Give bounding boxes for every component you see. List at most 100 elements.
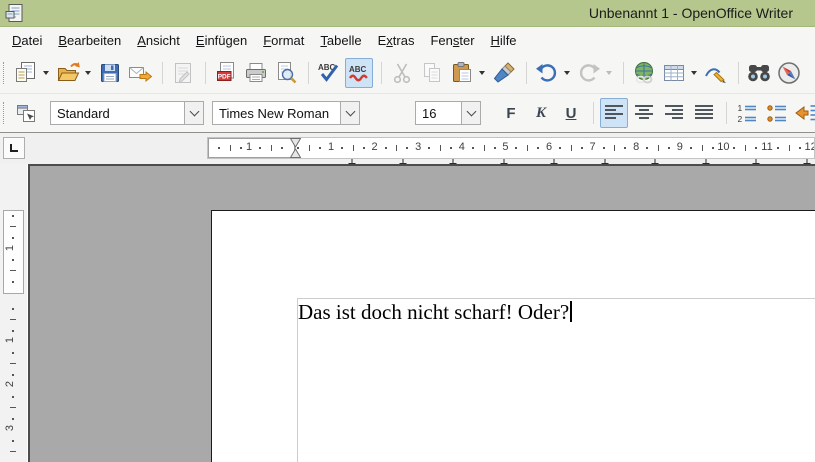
edit-file-icon [175, 63, 191, 83]
ruler-number: 2 [371, 141, 378, 153]
ruler-number: 8 [633, 141, 640, 153]
paragraph-style-combobox[interactable]: Standard [50, 101, 204, 125]
spellcheck-icon: ABC [318, 63, 339, 82]
font-name-combobox[interactable]: Times New Roman [212, 101, 360, 125]
draw-functions-button[interactable] [702, 58, 730, 88]
document-text-line[interactable]: Das ist doch nicht scharf! Oder? [298, 300, 572, 325]
justify-icon [695, 105, 713, 119]
align-center-icon [635, 105, 653, 119]
undo-dropdown[interactable] [564, 71, 570, 75]
font-size-value[interactable]: 16 [416, 106, 461, 121]
align-right-button[interactable] [660, 98, 688, 128]
vertical-ruler[interactable]: 1 1 2 3 [0, 164, 27, 462]
decrease-indent-icon [795, 105, 815, 121]
export-pdf-button[interactable]: PDF [212, 58, 240, 88]
vruler-number: 2 [4, 380, 17, 388]
save-button[interactable] [96, 58, 124, 88]
table-button[interactable] [660, 58, 688, 88]
text-boundary-top [297, 298, 815, 299]
font-name-dropdown[interactable] [340, 102, 359, 124]
spellcheck-button[interactable]: ABC [315, 58, 343, 88]
open-dropdown[interactable] [85, 71, 91, 75]
cut-button[interactable] [388, 58, 416, 88]
toolbar-grip[interactable] [3, 62, 8, 84]
table-dropdown[interactable] [691, 71, 697, 75]
redo-dropdown[interactable] [606, 71, 612, 75]
format-paintbrush-button[interactable] [490, 58, 518, 88]
print-icon [246, 63, 266, 82]
italic-button[interactable]: K [527, 98, 555, 128]
ruler-number: 6 [545, 141, 553, 153]
ruler-number: 1 [327, 141, 335, 153]
undo-icon [536, 64, 557, 82]
menu-datei[interactable]: Datei [4, 29, 50, 52]
menu-extras[interactable]: Extras [370, 29, 423, 52]
chevron-down-icon [345, 106, 355, 116]
underline-button[interactable]: U [557, 98, 585, 128]
font-size-dropdown[interactable] [461, 102, 480, 124]
navigator-icon [778, 62, 800, 84]
toolbar-separator [205, 62, 206, 84]
document-view[interactable]: Das ist doch nicht scharf! Oder? [28, 164, 815, 462]
font-size-combobox[interactable]: 16 [415, 101, 481, 125]
indent-marker[interactable] [290, 138, 301, 158]
document-page[interactable]: Das ist doch nicht scharf! Oder? [211, 210, 815, 462]
font-name-value[interactable]: Times New Roman [213, 106, 340, 121]
underline-label: U [565, 104, 577, 122]
title-bar[interactable]: Unbenannt 1 - OpenOffice Writer [0, 0, 815, 27]
menu-tabelle[interactable]: Tabelle [312, 29, 369, 52]
hyperlink-button[interactable] [630, 58, 658, 88]
print-button[interactable] [242, 58, 270, 88]
redo-button[interactable] [575, 58, 603, 88]
new-document-dropdown[interactable] [43, 71, 49, 75]
copy-button[interactable] [418, 58, 446, 88]
hyperlink-icon [635, 62, 653, 84]
vruler-number: 3 [4, 424, 17, 432]
left-tab-icon [10, 144, 18, 152]
bold-button[interactable]: F [497, 98, 525, 128]
tab-type-selector-button[interactable] [3, 137, 25, 159]
page-preview-icon [278, 62, 297, 84]
align-left-button[interactable] [600, 98, 628, 128]
svg-text:ABC: ABC [349, 65, 367, 74]
page-preview-button[interactable] [272, 58, 300, 88]
bullet-list-button[interactable] [763, 98, 791, 128]
email-button[interactable] [126, 58, 154, 88]
paragraph-style-value[interactable]: Standard [51, 106, 184, 121]
document-text[interactable]: Das ist doch nicht scharf! Oder? [298, 300, 569, 324]
paste-button[interactable] [448, 58, 476, 88]
menu-ansicht[interactable]: Ansicht [129, 29, 188, 52]
edit-file-button[interactable] [169, 58, 197, 88]
menu-fenster[interactable]: Fenster [422, 29, 482, 52]
open-icon [57, 62, 80, 81]
redo-icon [579, 64, 600, 82]
paragraph-style-dropdown[interactable] [184, 102, 203, 124]
auto-spellcheck-icon: ABC [348, 65, 368, 82]
paste-dropdown[interactable] [479, 71, 485, 75]
menu-einfuegen[interactable]: Einfügen [188, 29, 255, 52]
svg-text:PDF: PDF [218, 74, 231, 81]
chevron-down-icon [189, 106, 199, 116]
find-replace-button[interactable] [745, 58, 773, 88]
styles-window-button[interactable] [12, 98, 40, 128]
auto-spellcheck-button[interactable]: ABC [345, 58, 373, 88]
horizontal-ruler[interactable]: 1123456789101112 [207, 137, 815, 159]
decrease-indent-button[interactable] [793, 98, 815, 128]
justify-button[interactable] [690, 98, 718, 128]
open-button[interactable] [54, 58, 82, 88]
numbered-list-button[interactable]: 1 2 [733, 98, 761, 128]
copy-icon [424, 63, 440, 82]
toolbar-grip[interactable] [3, 102, 8, 124]
align-right-icon [665, 105, 683, 119]
ruler-number: 11 [761, 141, 773, 153]
menu-format[interactable]: Format [255, 29, 312, 52]
formatting-toolbar: Standard Times New Roman 16 F K U 1 2 [0, 94, 815, 133]
menu-bearbeiten[interactable]: Bearbeiten [50, 29, 129, 52]
toolbar-separator [593, 102, 594, 124]
window-title: Unbenannt 1 - OpenOffice Writer [588, 5, 793, 21]
align-center-button[interactable] [630, 98, 658, 128]
new-document-button[interactable] [12, 58, 40, 88]
undo-button[interactable] [533, 58, 561, 88]
navigator-button[interactable] [775, 58, 803, 88]
menu-hilfe[interactable]: Hilfe [483, 29, 525, 52]
